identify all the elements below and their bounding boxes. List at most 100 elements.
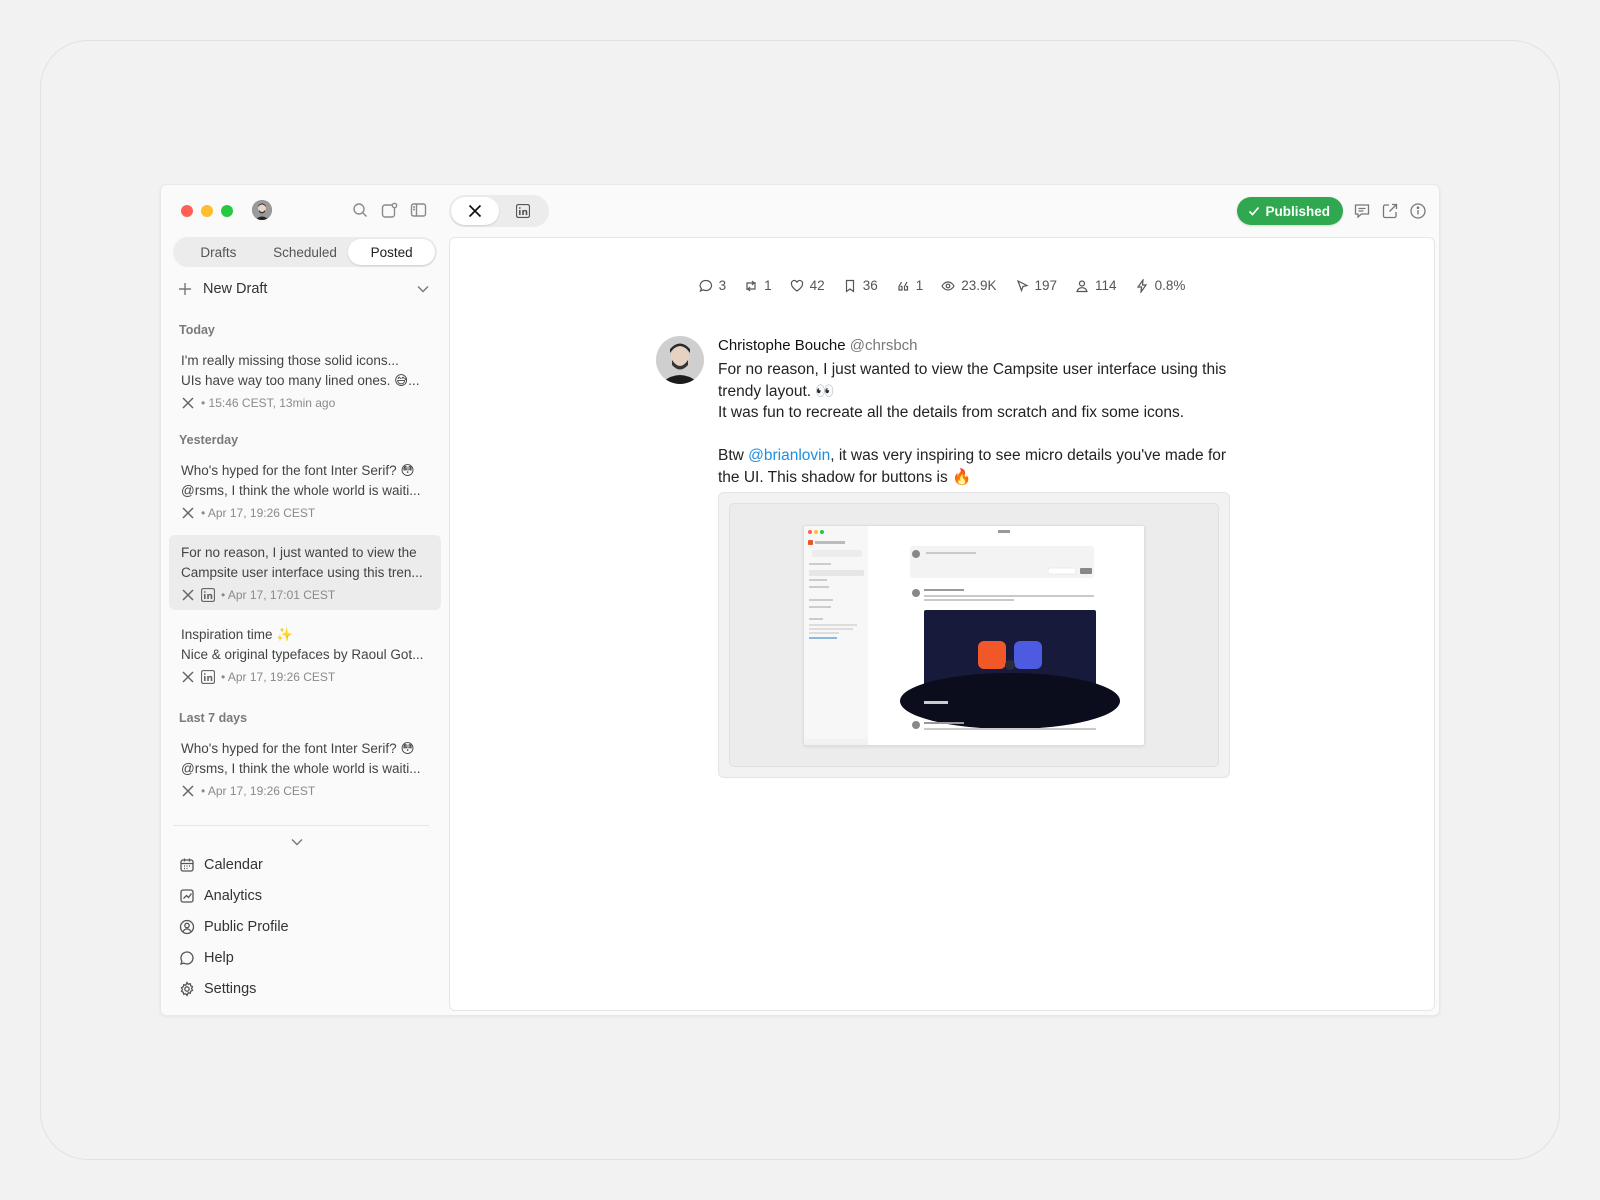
post-preview-line: Inspiration time ✨ [181, 627, 294, 642]
tweet-text: For no reason, I just wanted to view the… [718, 359, 1230, 488]
post-meta: • Apr 17, 17:01 CEST [181, 588, 429, 602]
help-icon [179, 950, 195, 966]
x-logo-icon [181, 670, 195, 684]
nav-label: Settings [204, 980, 257, 997]
stat-engagement: 0.8% [1135, 278, 1186, 293]
new-draft-label: New Draft [203, 281, 268, 297]
tweet-media-attachment[interactable] [718, 492, 1230, 778]
tab-posted[interactable]: Posted [348, 239, 436, 265]
x-logo-icon [181, 588, 195, 602]
post-meta: • Apr 17, 19:26 CEST [181, 506, 429, 520]
author-handle[interactable]: @chrsbch [850, 337, 918, 354]
post-preview-line: For no reason, I just wanted to view the [181, 545, 417, 560]
post-preview-line: Nice & original typefaces by Raoul Got..… [181, 647, 424, 662]
minimize-window-button[interactable] [201, 205, 213, 217]
post-preview-line: @rsms, I think the whole world is waiti.… [181, 483, 421, 498]
stat-value: 1 [764, 278, 772, 293]
post-list-item[interactable]: I'm really missing those solid icons... … [169, 343, 441, 418]
mention-link[interactable]: @brianlovin [748, 447, 830, 464]
author-avatar[interactable] [656, 336, 704, 384]
stat-clicks: 197 [1015, 278, 1057, 293]
close-window-button[interactable] [181, 205, 193, 217]
stat-value: 23.9K [961, 278, 997, 293]
post-status-tabs: Drafts Scheduled Posted [173, 237, 437, 267]
stat-quotes: 1 [896, 278, 924, 293]
stat-followers: 114 [1075, 278, 1117, 293]
post-meta: • 15:46 CEST, 13min ago [181, 396, 429, 410]
user-avatar[interactable] [252, 200, 272, 220]
stat-replies: 3 [699, 278, 727, 293]
screenshot-thumbnail-image [804, 526, 1144, 745]
x-logo-icon [181, 784, 195, 798]
tweet-body: Christophe Bouche @chrsbch For no reason… [718, 336, 1230, 488]
linkedin-logo-icon [516, 204, 530, 218]
nav-item-analytics[interactable]: Analytics [179, 880, 289, 911]
post-preview-line: Campsite user interface using this tren.… [181, 565, 423, 580]
x-logo-icon [181, 396, 195, 410]
window-controls [181, 205, 233, 217]
chevron-down-icon[interactable] [291, 833, 303, 851]
post-list-item[interactable]: Who's hyped for the font Inter Serif? 😳 … [169, 731, 441, 806]
tab-scheduled[interactable]: Scheduled [262, 239, 349, 265]
post-stats-bar: 3 1 42 36 1 23.9K 197 114 0.8% [450, 278, 1434, 293]
info-icon[interactable] [1409, 202, 1427, 220]
stat-value: 3 [718, 278, 727, 293]
group-label-yesterday: Yesterday [179, 433, 239, 447]
post-meta: • Apr 17, 19:26 CEST [181, 670, 429, 684]
quote-icon [896, 279, 910, 293]
nav-item-public-profile[interactable]: Public Profile [179, 911, 289, 942]
platform-linkedin-button[interactable] [499, 197, 547, 225]
chevron-down-icon[interactable] [417, 281, 429, 297]
stat-value: 0.8% [1154, 278, 1186, 293]
nav-item-help[interactable]: Help [179, 942, 289, 973]
app-window: Drafts Scheduled Posted New Draft Today … [160, 184, 1440, 1016]
tweet-text-segment: Btw [718, 447, 749, 464]
stat-value: 114 [1095, 278, 1117, 293]
nav-item-calendar[interactable]: Calendar [179, 849, 289, 880]
published-status-button[interactable]: Published [1237, 197, 1343, 225]
nav-label: Help [204, 949, 234, 966]
post-list-item[interactable]: Who's hyped for the font Inter Serif? 😳 … [169, 453, 441, 528]
calendar-icon [179, 857, 195, 873]
post-preview-line: Who's hyped for the font Inter Serif? 😳 [181, 463, 415, 478]
tab-drafts[interactable]: Drafts [175, 239, 262, 265]
nav-label: Calendar [204, 856, 263, 873]
external-link-icon[interactable] [1381, 202, 1399, 220]
platform-x-button[interactable] [451, 197, 499, 225]
maximize-window-button[interactable] [221, 205, 233, 217]
tweet-paragraph: For no reason, I just wanted to view the… [718, 361, 1227, 400]
post-preview-line: @rsms, I think the whole world is waiti.… [181, 761, 421, 776]
stat-reposts: 1 [744, 278, 772, 293]
nav-item-settings[interactable]: Settings [179, 973, 289, 1004]
nav-label: Analytics [204, 887, 263, 904]
sidebar-toggle-icon[interactable] [409, 200, 427, 220]
stat-value: 42 [809, 278, 825, 293]
post-timestamp: • Apr 17, 19:26 CEST [221, 670, 336, 684]
plus-icon [179, 280, 193, 298]
new-draft-button[interactable]: New Draft [179, 277, 429, 301]
post-list-item[interactable]: Inspiration time ✨ Nice & original typef… [169, 617, 441, 692]
search-icon[interactable] [351, 200, 369, 220]
post-preview-line: UIs have way too many lined ones. 😅... [181, 373, 420, 388]
like-icon [790, 279, 804, 293]
sidebar-toolbar [351, 200, 427, 220]
header-actions: Published [1237, 197, 1427, 225]
compose-icon[interactable] [380, 200, 398, 220]
repost-icon [744, 279, 758, 293]
platform-switcher [449, 195, 549, 227]
media-frame [729, 503, 1219, 767]
post-preview-line: I'm really missing those solid icons... [181, 353, 399, 368]
post-timestamp: • Apr 17, 19:26 CEST [201, 506, 316, 520]
views-icon [941, 279, 955, 293]
x-logo-icon [468, 204, 482, 218]
followers-icon [1075, 279, 1089, 293]
screenshot-thumbnail [803, 525, 1145, 746]
comment-icon[interactable] [1353, 202, 1371, 220]
post-list-item-selected[interactable]: For no reason, I just wanted to view the… [169, 535, 441, 610]
engagement-icon [1135, 278, 1149, 293]
stat-value: 1 [915, 278, 924, 293]
post-meta: • Apr 17, 19:26 CEST [181, 784, 429, 798]
sidebar-divider [173, 825, 429, 826]
author-name[interactable]: Christophe Bouche [718, 337, 846, 354]
check-icon [1248, 205, 1260, 217]
